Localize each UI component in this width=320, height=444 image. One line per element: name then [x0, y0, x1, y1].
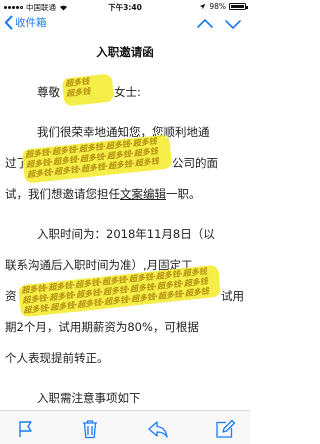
letter-title: 入职邀请函: [96, 45, 154, 59]
message-body: 入职邀请函 尊敬 女士: 我们很荣幸地通知您，您顺利地通 过了 公司的面 试，我…: [0, 36, 250, 410]
chevron-down-icon[interactable]: [224, 15, 242, 33]
para2-line1: 入职时间为：2018年11月8日（以: [37, 227, 215, 241]
battery-percent: 98%: [209, 2, 226, 11]
position-name: 文案编辑: [120, 187, 166, 201]
para2-line5: 个人表现提前转正。: [5, 351, 109, 365]
redaction-watermark: 超多钱·超多钱·超多钱·超多钱·超多钱 超多钱·超多钱·超多钱·超多钱·超多钱 超多…: [21, 134, 173, 184]
redaction-watermark: 超多钱 超多钱: [61, 73, 115, 107]
location-icon: [200, 3, 206, 10]
para1-line2-suffix: 公司的面: [172, 156, 218, 170]
status-right: 98%: [199, 2, 248, 11]
chevron-up-icon[interactable]: [196, 15, 214, 33]
chevron-left-icon: [4, 15, 13, 30]
back-to-inbox-button[interactable]: 收件箱: [4, 15, 47, 30]
para1-line3-prefix: 试，我们想邀请您担任: [5, 187, 120, 201]
para3-line1: 入职需注意事项如下: [37, 391, 141, 405]
para2-line4: 期2个月，试用期薪资为80%，可根据: [5, 320, 199, 334]
status-bar: 中国联通 下午3:40 98%: [0, 0, 250, 14]
compose-icon[interactable]: [214, 419, 236, 439]
para2-line3-suffix: 试用: [221, 289, 244, 303]
para1-line3-suffix: 一职。: [166, 187, 201, 201]
para2-line3-prefix: 资: [5, 289, 17, 303]
para1-line1: 我们很荣幸地通知您，您顺利地通: [37, 125, 210, 139]
battery-icon: [229, 3, 248, 10]
nav-bar: 收件箱: [0, 14, 250, 36]
reply-icon[interactable]: [147, 419, 169, 439]
trash-icon[interactable]: [79, 419, 101, 439]
bottom-toolbar: [0, 410, 250, 444]
para1-line3: 试，我们想邀请您担任文案编辑一职。: [5, 186, 201, 202]
greeting-prefix: 尊敬: [37, 85, 60, 99]
back-label: 收件箱: [15, 17, 47, 29]
flag-icon[interactable]: [14, 419, 36, 439]
greeting-suffix: 女士:: [114, 85, 141, 99]
